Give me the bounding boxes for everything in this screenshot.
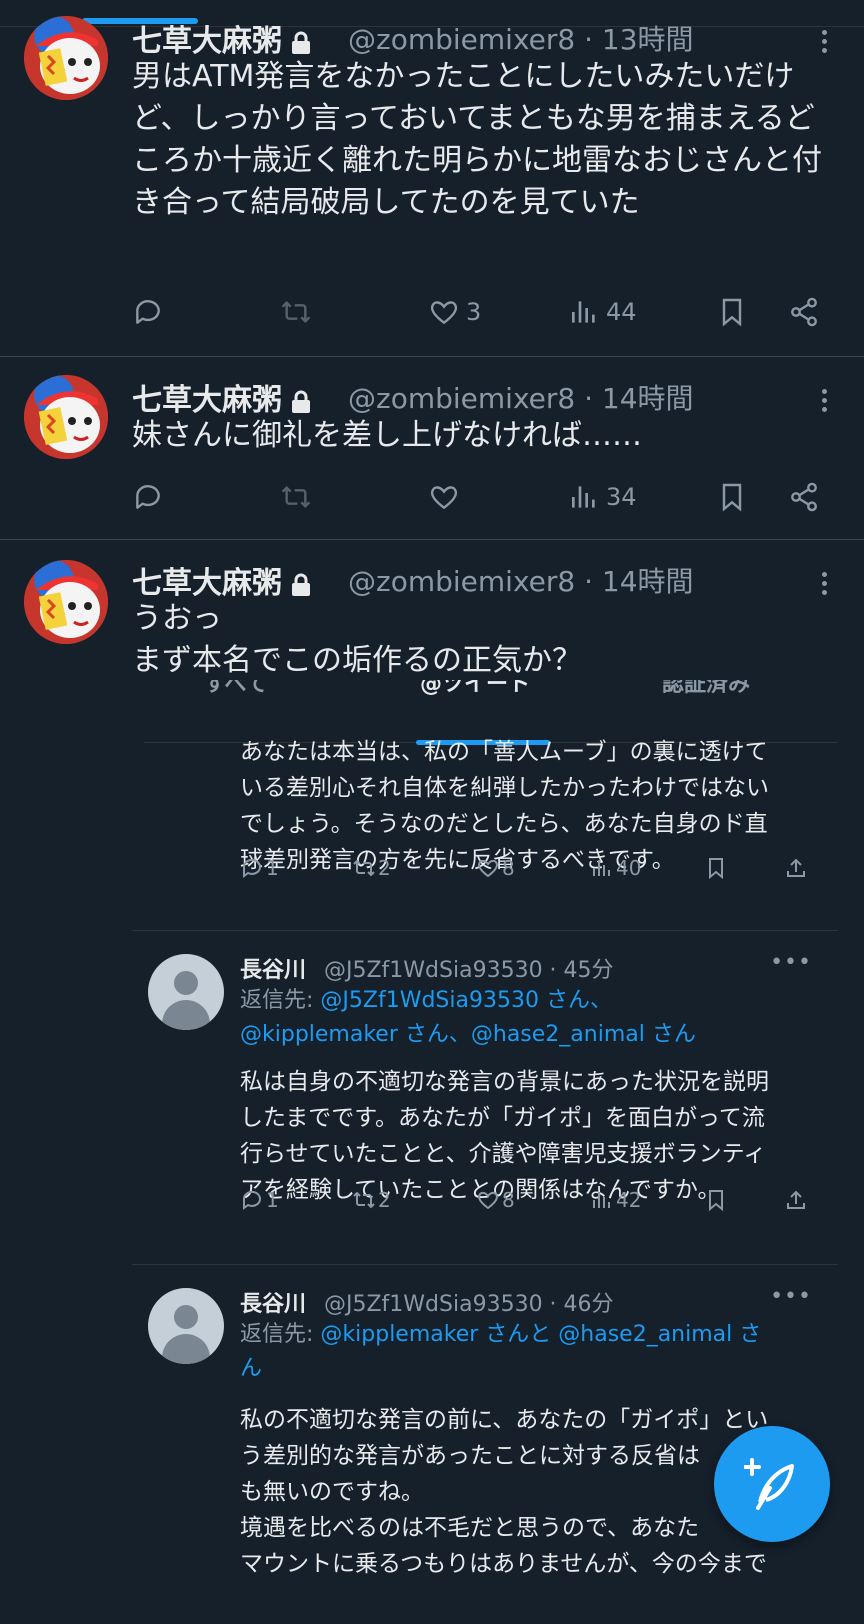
more-options-icon: ••• xyxy=(770,950,812,975)
heart-icon xyxy=(430,486,458,510)
upload-icon xyxy=(787,858,805,877)
bookmark-button[interactable] xyxy=(716,292,748,332)
share-button[interactable] xyxy=(788,292,820,332)
reply-icon xyxy=(242,858,261,878)
more-options-icon[interactable] xyxy=(822,568,830,599)
retweet-icon xyxy=(281,485,311,509)
views-icon xyxy=(572,486,595,508)
more-options-icon[interactable] xyxy=(822,26,830,57)
avatar[interactable] xyxy=(24,560,108,644)
reply-icon xyxy=(136,300,160,324)
embedded-reply-text: 私は自身の不適切な発言の背景にあった状況を説明 したまでです。あなたが「ガイポ」… xyxy=(240,1069,769,1203)
like-count: 3 xyxy=(466,298,482,326)
reply-button[interactable] xyxy=(132,477,164,517)
embedded-share xyxy=(784,856,808,880)
more-options-icon: ••• xyxy=(770,1284,812,1309)
retweet-icon xyxy=(353,859,375,877)
display-name-text: 七草大麻粥 xyxy=(132,383,282,418)
handle-timestamp[interactable]: @zombiemixer8 · 14時間 xyxy=(348,560,694,600)
reply-to: 返信先: @J5Zf1WdSia93530 さん、 @kipplemaker さ… xyxy=(240,988,696,1047)
bookmark-icon xyxy=(709,1190,723,1212)
feather-plus-icon xyxy=(744,1458,794,1510)
like-button[interactable] xyxy=(428,477,460,517)
handle-timestamp[interactable]: @zombiemixer8 · 14時間 xyxy=(348,377,694,417)
embedded-tab-tweets: @ツイート xyxy=(420,680,531,697)
embedded-like-stat: 8 xyxy=(476,1188,515,1212)
tweet-text: 男はATM発言をなかったことにしたいみたいだけど、しっかり言っておいてまともな男… xyxy=(132,59,822,220)
more-options-icon[interactable] xyxy=(822,385,830,416)
share-icon xyxy=(791,482,817,512)
display-name-text: 七草大麻粥 xyxy=(132,566,282,601)
lock-icon xyxy=(292,31,310,54)
tweet-1[interactable]: 七草大麻粥 @zombiemixer8 · 13時間 男はATM発言をなかったこ… xyxy=(0,0,864,356)
reply-icon xyxy=(136,485,160,509)
reply-to: 返信先: @kipplemaker さんと @hase2_animal さ ん xyxy=(240,1322,762,1381)
display-name[interactable]: 七草大麻粥 xyxy=(132,558,312,602)
embedded-like-stat: 8 xyxy=(476,856,515,880)
embedded-display-name: 長谷川 xyxy=(240,1292,307,1317)
embedded-bookmark xyxy=(704,856,728,880)
embedded-share xyxy=(784,1188,808,1212)
embedded-retweet-stat: 2 xyxy=(352,856,391,880)
embedded-handle-timestamp: @J5Zf1WdSia93530 · 46分 xyxy=(324,1292,614,1317)
tweet-text: 妹さんに御礼を差し上げなければ…… xyxy=(132,418,642,453)
upload-icon xyxy=(787,1190,805,1209)
views-icon xyxy=(593,860,610,876)
retweet-button[interactable] xyxy=(280,477,312,517)
heart-icon xyxy=(430,301,458,325)
embedded-tweet-actions: 1 2 8 40 xyxy=(240,856,810,886)
retweet-button[interactable] xyxy=(280,292,312,332)
embedded-divider xyxy=(132,930,838,931)
tweet-actions: 3 44 xyxy=(132,292,832,332)
views-icon xyxy=(572,301,595,323)
heart-icon xyxy=(478,1191,498,1210)
embedded-display-name: 長谷川 xyxy=(240,958,307,983)
embedded-views-stat: 40 xyxy=(590,856,641,880)
reply-button[interactable] xyxy=(132,292,164,332)
embedded-reply-stat: 1 xyxy=(240,1188,279,1212)
default-avatar xyxy=(148,954,224,1030)
share-icon xyxy=(791,297,817,327)
bookmark-icon xyxy=(722,483,742,512)
embedded-tab-all: すべて xyxy=(204,680,268,697)
display-name[interactable]: 七草大麻粥 xyxy=(132,16,312,60)
handle-timestamp[interactable]: @zombiemixer8 · 13時間 xyxy=(348,18,694,58)
view-count: 34 xyxy=(606,483,637,511)
embedded-reply-text: 私の不適切な発言の前に、あなたの「ガイポ」とい う差別的な発言があったことに対す… xyxy=(240,1407,769,1577)
embedded-reply-actions: 1 2 8 42 xyxy=(240,1188,810,1218)
tweet-text-line-2: まず本名でこの垢作るの正気か？ xyxy=(132,643,582,678)
embedded-retweet-stat: 2 xyxy=(352,1188,391,1212)
views-button[interactable]: 44 xyxy=(568,292,637,332)
bookmark-icon xyxy=(709,858,723,880)
display-name[interactable]: 七草大麻粥 xyxy=(132,375,312,419)
like-button[interactable]: 3 xyxy=(428,292,481,332)
bookmark-button[interactable] xyxy=(716,477,748,517)
embedded-bookmark xyxy=(704,1188,728,1212)
views-icon xyxy=(593,1192,610,1208)
embedded-tab-verified: 認証済み xyxy=(662,680,751,697)
bookmark-icon xyxy=(722,298,742,327)
avatar[interactable] xyxy=(24,16,108,100)
reply-icon xyxy=(242,1190,261,1210)
lock-icon xyxy=(292,573,310,596)
view-count: 44 xyxy=(606,298,637,326)
tweet-text-line-1: うおっ xyxy=(132,601,222,636)
avatar[interactable] xyxy=(24,375,108,459)
views-button[interactable]: 34 xyxy=(568,477,637,517)
embedded-views-stat: 42 xyxy=(590,1188,641,1212)
retweet-icon xyxy=(281,300,311,324)
tweet-actions: 34 xyxy=(132,477,832,517)
tweet-2[interactable]: 七草大麻粥 @zombiemixer8 · 14時間 妹さんに御礼を差し上げなけ… xyxy=(0,357,864,539)
heart-icon xyxy=(478,859,498,878)
embedded-reply-stat: 1 xyxy=(240,856,279,880)
retweet-icon xyxy=(353,1191,375,1209)
compose-tweet-button[interactable] xyxy=(714,1426,830,1542)
display-name-text: 七草大麻粥 xyxy=(132,24,282,59)
embedded-divider xyxy=(132,1264,838,1265)
lock-icon xyxy=(292,390,310,413)
embedded-handle-timestamp: @J5Zf1WdSia93530 · 45分 xyxy=(324,958,614,983)
default-avatar xyxy=(148,1288,224,1364)
share-button[interactable] xyxy=(788,477,820,517)
